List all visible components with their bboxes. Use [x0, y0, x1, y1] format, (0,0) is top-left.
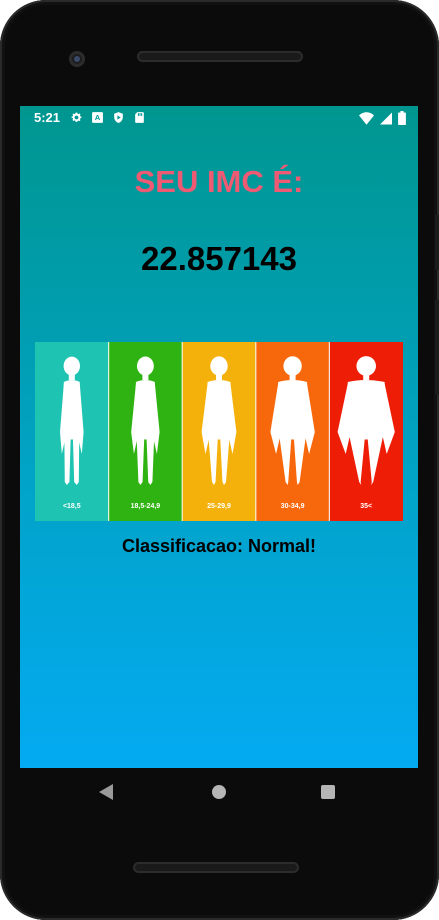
wifi-icon [359, 111, 374, 128]
bmi-category-label: 35< [360, 503, 372, 510]
volume-button [435, 215, 439, 270]
front-camera [69, 51, 85, 67]
home-icon[interactable] [212, 785, 226, 799]
classification-text: Classificacao: Normal! [121, 536, 317, 556]
cell-signal-icon [380, 112, 392, 128]
shield-play-icon [112, 111, 125, 124]
bmi-category-3: 25-29,9 [181, 342, 262, 521]
bmi-category-4: 30-34,9 [255, 342, 336, 521]
navigation-bar [20, 768, 418, 816]
phone-frame: 5:21 A SEU IMC É: 22.857143 <18,5 18,5-2… [0, 0, 439, 920]
bmi-category-label: 25-29,9 [207, 503, 231, 510]
bmi-classification-image: <18,5 18,5-24,9 25-29,9 30-34,9 35< [35, 342, 403, 521]
sd-card-icon [133, 111, 146, 124]
bmi-category-1: <18,5 [35, 342, 115, 521]
earpiece-speaker [137, 51, 303, 62]
status-bar: 5:21 A [20, 106, 418, 130]
back-icon[interactable] [99, 784, 113, 800]
bmi-category-label: 18,5-24,9 [131, 503, 161, 510]
bmi-category-label: <18,5 [63, 503, 81, 510]
app-screen: 5:21 A SEU IMC É: 22.857143 <18,5 18,5-2… [20, 106, 418, 768]
bmi-category-2: 18,5-24,9 [107, 342, 189, 521]
gear-icon [70, 111, 83, 124]
recent-apps-icon[interactable] [321, 785, 335, 799]
a-box-icon: A [91, 111, 104, 124]
bottom-speaker [133, 862, 299, 873]
imc-value: 22.857143 [141, 240, 297, 277]
bmi-category-label: 30-34,9 [281, 503, 305, 510]
battery-icon [398, 111, 406, 128]
status-time: 5:21 [34, 110, 61, 125]
svg-text:A: A [95, 113, 101, 122]
imc-title: SEU IMC É: [134, 164, 304, 199]
power-button [435, 300, 439, 395]
bmi-category-5: 35< [328, 342, 403, 521]
